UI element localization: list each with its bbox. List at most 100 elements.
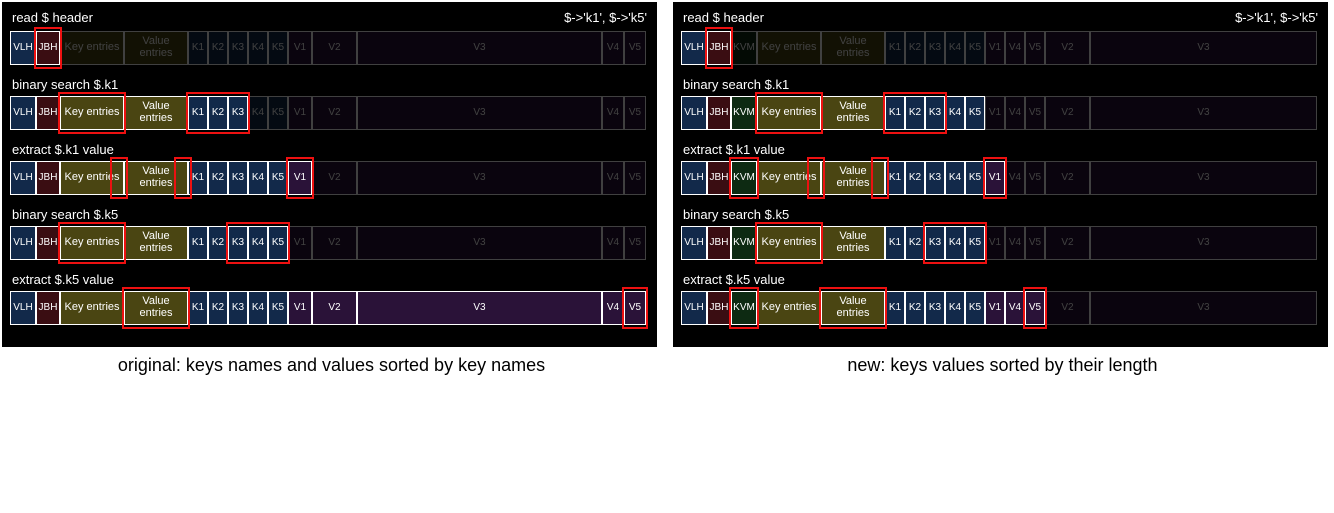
cell-v4: V4: [1005, 226, 1025, 260]
step: binary search $.k1 VLHJBHKey entriesValue…: [10, 77, 649, 130]
cell-k2: K2: [905, 31, 925, 65]
cell-ve: Value entries: [124, 96, 188, 130]
cell-ve: Value entries: [124, 31, 188, 65]
cell-ve: Value entries: [821, 161, 885, 195]
cell-k3: K3: [228, 31, 248, 65]
step-label: extract $.k1 value: [12, 142, 649, 157]
cell-v3: V3: [1090, 31, 1317, 65]
cell-v4: V4: [602, 291, 624, 325]
memory-bar: VLHJBHKVMKey entriesValue entriesK1K2K3K…: [681, 161, 1320, 195]
cell-v1: V1: [985, 161, 1005, 195]
topbar: read $ header$->'k1', $->'k5': [683, 10, 1318, 25]
cell-k4: K4: [945, 31, 965, 65]
cell-ve: Value entries: [821, 291, 885, 325]
cell-v1: V1: [288, 226, 312, 260]
cell-k4: K4: [248, 96, 268, 130]
cell-v4: V4: [602, 161, 624, 195]
cell-k5: K5: [965, 96, 985, 130]
cell-ke: Key entries: [757, 161, 821, 195]
cell-v1: V1: [288, 161, 312, 195]
cell-jbh: JBH: [36, 161, 60, 195]
cell-k1: K1: [188, 291, 208, 325]
cell-k3: K3: [925, 291, 945, 325]
cell-v3: V3: [1090, 226, 1317, 260]
cell-ke: Key entries: [60, 31, 124, 65]
cell-v5: V5: [624, 291, 646, 325]
cell-ke: Key entries: [60, 161, 124, 195]
cell-ke: Key entries: [60, 226, 124, 260]
cell-v2: V2: [312, 96, 357, 130]
cell-k2: K2: [208, 96, 228, 130]
cell-v5: V5: [1025, 161, 1045, 195]
step-label: extract $.k5 value: [12, 272, 649, 287]
cell-v2: V2: [312, 161, 357, 195]
cell-k1: K1: [188, 161, 208, 195]
cell-v2: V2: [1045, 31, 1090, 65]
cell-k2: K2: [208, 161, 228, 195]
cell-k4: K4: [248, 161, 268, 195]
cell-v5: V5: [1025, 226, 1045, 260]
cell-k2: K2: [208, 31, 228, 65]
cell-v3: V3: [357, 31, 602, 65]
cell-jbh: JBH: [707, 31, 731, 65]
right-column: read $ header$->'k1', $->'k5'VLHJBHKVMKe…: [673, 2, 1332, 376]
header-right: $->'k1', $->'k5': [1235, 10, 1318, 25]
cell-k3: K3: [228, 96, 248, 130]
caption-right: new: keys values sorted by their length: [673, 355, 1332, 376]
cell-k5: K5: [268, 161, 288, 195]
step-label: binary search $.k5: [12, 207, 649, 222]
cell-v3: V3: [357, 226, 602, 260]
cell-k3: K3: [228, 291, 248, 325]
cell-k3: K3: [228, 226, 248, 260]
cell-v2: V2: [1045, 96, 1090, 130]
memory-bar: VLHJBHKey entriesValue entriesK1K2K3K4K5…: [10, 226, 649, 260]
cell-vlh: VLH: [10, 96, 36, 130]
memory-bar: VLHJBHKey entriesValue entriesK1K2K3K4K5…: [10, 31, 649, 65]
cell-v3: V3: [357, 291, 602, 325]
cell-k5: K5: [965, 291, 985, 325]
cell-v3: V3: [1090, 96, 1317, 130]
cell-jbh: JBH: [707, 161, 731, 195]
step: VLHJBHKey entriesValue entriesK1K2K3K4K5…: [10, 31, 649, 65]
cell-k2: K2: [905, 291, 925, 325]
cell-k4: K4: [248, 226, 268, 260]
cell-ve: Value entries: [124, 226, 188, 260]
cell-k3: K3: [925, 96, 945, 130]
cell-ke: Key entries: [60, 96, 124, 130]
cell-k1: K1: [885, 161, 905, 195]
memory-bar: VLHJBHKVMKey entriesValue entriesK1K2K3K…: [681, 226, 1320, 260]
cell-v5: V5: [1025, 291, 1045, 325]
cell-v4: V4: [602, 96, 624, 130]
cell-v5: V5: [624, 226, 646, 260]
cell-v5: V5: [1025, 96, 1045, 130]
step: VLHJBHKVMKey entriesValue entriesK1K2K3K…: [681, 31, 1320, 65]
cell-k2: K2: [905, 226, 925, 260]
cell-kvm: KVM: [731, 291, 757, 325]
cell-vlh: VLH: [681, 31, 707, 65]
cell-v2: V2: [1045, 291, 1090, 325]
step: extract $.k1 value VLHJBHKey entriesValue…: [10, 142, 649, 195]
cell-v5: V5: [624, 161, 646, 195]
cell-k4: K4: [248, 31, 268, 65]
cell-jbh: JBH: [707, 96, 731, 130]
left-column: read $ header$->'k1', $->'k5'VLHJBHKey e…: [2, 2, 661, 376]
cell-k5: K5: [965, 31, 985, 65]
cell-k4: K4: [945, 226, 965, 260]
cell-v1: V1: [288, 31, 312, 65]
step: binary search $.k1VLHJBHKVMKey entriesVa…: [681, 77, 1320, 130]
step-label: extract $.k1 value: [683, 142, 1320, 157]
cell-jbh: JBH: [36, 291, 60, 325]
cell-vlh: VLH: [681, 226, 707, 260]
cell-ke: Key entries: [60, 291, 124, 325]
cell-k5: K5: [268, 31, 288, 65]
memory-bar: VLHJBHKey entriesValue entriesK1K2K3K4K5…: [10, 161, 649, 195]
step-label: binary search $.k1: [12, 77, 649, 92]
cell-v4: V4: [1005, 96, 1025, 130]
panel-original: read $ header$->'k1', $->'k5'VLHJBHKey e…: [2, 2, 657, 347]
memory-bar: VLHJBHKVMKey entriesValue entriesK1K2K3K…: [681, 31, 1320, 65]
cell-ke: Key entries: [757, 96, 821, 130]
memory-bar: VLHJBHKey entriesValue entriesK1K2K3K4K5…: [10, 96, 649, 130]
cell-vlh: VLH: [10, 226, 36, 260]
cell-v2: V2: [1045, 226, 1090, 260]
cell-v2: V2: [312, 31, 357, 65]
